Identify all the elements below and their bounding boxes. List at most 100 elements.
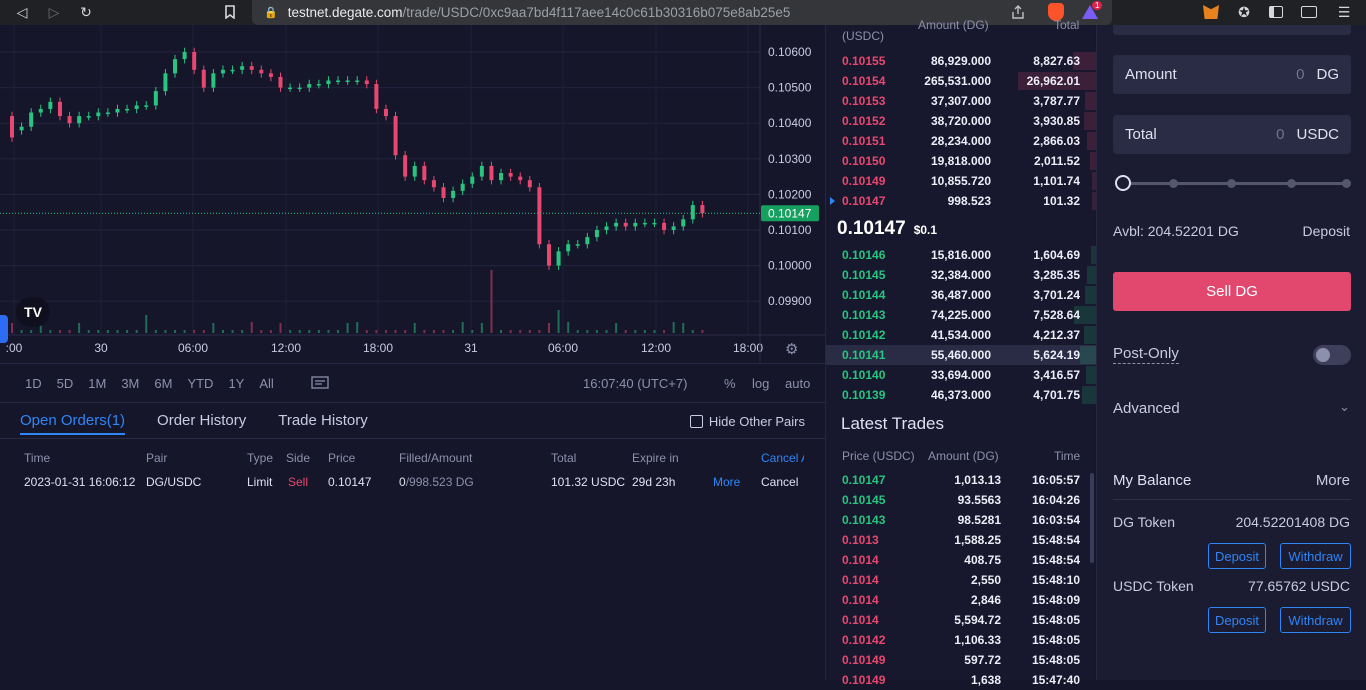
post-only-label[interactable]: Post-Only [1113, 345, 1179, 364]
tab-open-orders[interactable]: Open Orders(1) [20, 406, 126, 435]
trade-amount: 1,013.13 [954, 473, 1001, 487]
volume-bar [461, 322, 464, 333]
volume-bar [231, 330, 234, 333]
volume-bar [174, 330, 177, 333]
volume-bar [624, 330, 627, 333]
advanced-label[interactable]: Advanced [1113, 400, 1180, 417]
bid-row[interactable]: 0.10146 15,816.000 1,604.69 [826, 245, 1096, 265]
compare-icon[interactable] [311, 375, 329, 392]
balance-more-link[interactable]: More [1316, 472, 1350, 489]
cancel-all-link[interactable]: Cancel A [761, 451, 804, 465]
range-button[interactable]: 5D [57, 376, 74, 391]
chart-settings-icon[interactable]: ⚙ [785, 340, 798, 358]
bid-row[interactable]: 0.10144 36,487.000 3,701.24 [826, 285, 1096, 305]
tab-order-history[interactable]: Order History [157, 412, 246, 429]
trade-row: 0.1014 2,550 15:48:10 [826, 570, 1096, 590]
auto-toggle[interactable]: auto [785, 376, 810, 391]
dg-deposit-button[interactable]: Deposit [1208, 543, 1266, 569]
deposit-link[interactable]: Deposit [1303, 223, 1350, 239]
book-amount: 46,373.000 [930, 388, 991, 402]
wallet-icon[interactable] [1301, 6, 1317, 18]
book-amount: 15,816.000 [930, 248, 991, 262]
usdc-withdraw-button[interactable]: Withdraw [1280, 607, 1351, 633]
ask-row[interactable]: 0.10152 38,720.000 3,930.85 [826, 111, 1096, 131]
lt-head-time: Time [1054, 449, 1081, 463]
candle-body [681, 219, 686, 227]
bid-row[interactable]: 0.10142 41,534.000 4,212.37 [826, 325, 1096, 345]
extensions-icon[interactable]: ✪ [1234, 2, 1254, 22]
tab-trade-history[interactable]: Trade History [278, 412, 367, 429]
log-toggle[interactable]: log [752, 376, 769, 391]
percent-toggle[interactable]: % [724, 376, 736, 391]
candle-body [662, 222, 667, 230]
range-button[interactable]: 3M [121, 376, 139, 391]
volume-bar [49, 330, 52, 333]
volume-bar [452, 330, 455, 333]
order-more-link[interactable]: More [713, 475, 740, 489]
forward-icon[interactable]: ▷ [44, 2, 64, 22]
bid-row[interactable]: 0.10143 74,225.000 7,528.64 [826, 305, 1096, 325]
lock-icon: 🔒 [264, 7, 278, 19]
lt-head-price: Price (USDC) [842, 449, 915, 463]
ask-row[interactable]: 0.10151 28,234.000 2,866.03 [826, 131, 1096, 151]
ask-row[interactable]: 0.10154 265,531.000 26,962.01 [826, 71, 1096, 91]
advanced-chevron-icon[interactable]: ⌄ [1339, 399, 1350, 415]
post-only-toggle[interactable] [1313, 345, 1351, 365]
ask-row[interactable]: 0.10149 10,855.720 1,101.74 [826, 171, 1096, 191]
slider-thumb[interactable] [1115, 175, 1131, 191]
trade-row: 0.1013 1,588.25 15:48:54 [826, 530, 1096, 550]
candlestick-chart[interactable]: 0.10600 0.10500 0.10400 0.10300 0.10200 0.101… [0, 25, 825, 363]
bookmark-icon[interactable] [220, 2, 240, 22]
current-price-label: 0.10147 [768, 206, 812, 220]
range-button[interactable]: 1M [88, 376, 106, 391]
side-panel-toggle[interactable] [0, 315, 8, 343]
sidebar-toggle-icon[interactable] [1269, 6, 1283, 18]
candle-body [393, 116, 398, 156]
volume-bar [595, 330, 598, 333]
range-button[interactable]: YTD [187, 376, 213, 391]
bid-row[interactable]: 0.10141 55,460.000 5,624.19 [826, 345, 1096, 365]
volume-bar [615, 323, 618, 333]
trades-scrollbar[interactable] [1090, 473, 1094, 563]
depth-bar [1081, 386, 1096, 404]
amount-slider[interactable] [1115, 175, 1351, 191]
bid-row[interactable]: 0.10145 32,384.000 3,285.35 [826, 265, 1096, 285]
book-total: 3,285.35 [1033, 268, 1080, 282]
volume-bar [528, 330, 531, 333]
range-button[interactable]: 6M [154, 376, 172, 391]
hide-other-pairs-checkbox[interactable] [689, 415, 703, 428]
dg-withdraw-button[interactable]: Withdraw [1280, 543, 1351, 569]
trade-price: 0.1014 [842, 613, 879, 627]
total-field[interactable]: Total 0 USDC [1113, 115, 1351, 154]
range-button[interactable]: 1Y [228, 376, 244, 391]
metamask-icon[interactable] [1203, 5, 1219, 19]
balance-title: My Balance [1113, 472, 1192, 489]
volume-bar [279, 323, 282, 333]
candle-body [48, 101, 53, 109]
amount-input[interactable]: 0 [1296, 66, 1304, 83]
price-tick-label: 0.09900 [768, 294, 812, 308]
range-button[interactable]: 1D [25, 376, 42, 391]
hide-other-pairs[interactable]: Hide Other Pairs [689, 414, 805, 429]
volume-bar [500, 330, 503, 333]
amount-field[interactable]: Amount 0 DG [1113, 55, 1351, 94]
volume-bar [663, 330, 666, 333]
share-icon[interactable] [1010, 4, 1026, 23]
ask-row[interactable]: 0.10155 86,929.000 8,827.63 [826, 51, 1096, 71]
back-icon[interactable]: ◁ [12, 2, 32, 22]
sell-button[interactable]: Sell DG [1113, 272, 1351, 311]
brave-rewards-icon[interactable]: 1 [1080, 1, 1103, 24]
ask-row[interactable]: 0.10147 998.523 101.32 [826, 191, 1096, 211]
menu-icon[interactable]: ☰ [1334, 2, 1354, 22]
price-chart[interactable]: 0.10600 0.10500 0.10400 0.10300 0.10200 0.101… [0, 25, 825, 363]
range-button[interactable]: All [259, 376, 273, 391]
order-cancel-link[interactable]: Cancel [761, 475, 798, 489]
bid-row[interactable]: 0.10139 46,373.000 4,701.75 [826, 385, 1096, 405]
reload-icon[interactable]: ↻ [76, 2, 96, 22]
bid-row[interactable]: 0.10140 33,694.000 3,416.57 [826, 365, 1096, 385]
order-total: 101.32 USDC [551, 475, 626, 489]
ask-row[interactable]: 0.10150 19,818.000 2,011.52 [826, 151, 1096, 171]
usdc-deposit-button[interactable]: Deposit [1208, 607, 1266, 633]
ask-row[interactable]: 0.10153 37,307.000 3,787.77 [826, 91, 1096, 111]
total-input[interactable]: 0 [1276, 126, 1284, 143]
